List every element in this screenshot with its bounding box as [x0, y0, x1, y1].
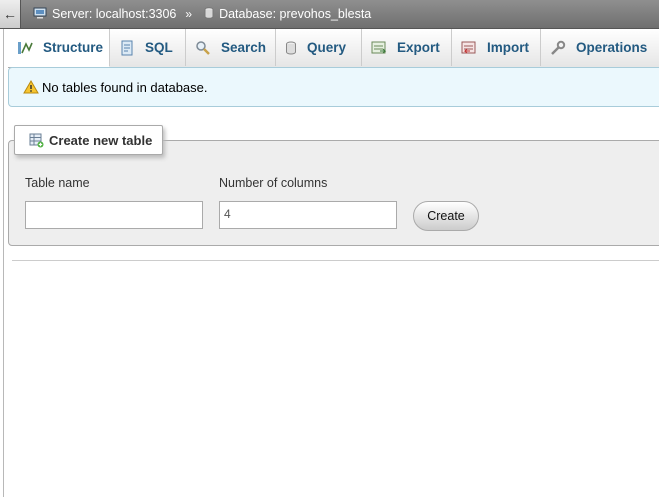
- tab-search[interactable]: Search: [186, 29, 276, 66]
- tab-import[interactable]: Import: [452, 29, 541, 66]
- breadcrumb-database-label: Database: prevohos_blesta: [219, 7, 372, 21]
- tab-search-label: Search: [221, 40, 267, 55]
- tab-structure[interactable]: Structure: [8, 29, 110, 67]
- table-name-input[interactable]: [25, 201, 203, 229]
- create-table-legend-label: Create new table: [49, 132, 153, 148]
- columns-input[interactable]: 4: [219, 201, 397, 229]
- search-icon: [195, 40, 211, 56]
- collapse-nav-button[interactable]: ←: [0, 0, 21, 28]
- tab-structure-label: Structure: [43, 40, 104, 55]
- tab-query[interactable]: Query: [276, 29, 362, 66]
- columns-label: Number of columns: [219, 176, 328, 190]
- no-tables-notice: No tables found in database.: [8, 67, 659, 107]
- create-table-panel: [8, 140, 659, 246]
- breadcrumb-separator: »: [185, 7, 193, 21]
- tab-export-label: Export: [397, 40, 440, 55]
- sql-icon: [119, 40, 135, 56]
- page-left-border: [3, 28, 4, 497]
- breadcrumb-bar: ← Server: localhost:3306 » Database: pre…: [0, 0, 659, 29]
- divider: [12, 260, 659, 261]
- server-icon: [33, 7, 47, 22]
- table-name-label: Table name: [25, 176, 90, 190]
- tab-bar: Structure SQL Search Query Export Import: [8, 29, 659, 68]
- structure-icon: [17, 41, 33, 55]
- tab-sql-label: SQL: [145, 40, 173, 55]
- create-button[interactable]: Create: [413, 201, 479, 231]
- tab-sql[interactable]: SQL: [110, 29, 186, 66]
- create-table-legend: Create new table: [14, 125, 164, 155]
- tab-import-label: Import: [487, 40, 529, 55]
- export-icon: [371, 41, 387, 55]
- query-icon: [285, 41, 297, 55]
- import-icon: [461, 41, 477, 55]
- new-table-icon: [29, 133, 44, 148]
- wrench-icon: [550, 40, 566, 56]
- breadcrumb-database[interactable]: Database: prevohos_blesta: [204, 6, 372, 22]
- tab-export[interactable]: Export: [362, 29, 452, 66]
- tab-operations-label: Operations: [576, 40, 648, 55]
- breadcrumb-server[interactable]: Server: localhost:3306: [33, 7, 176, 22]
- tab-operations[interactable]: Operations: [541, 29, 659, 66]
- warning-icon: [23, 80, 39, 94]
- notice-text: No tables found in database.: [42, 79, 208, 95]
- database-icon: [204, 6, 214, 22]
- tab-query-label: Query: [307, 40, 347, 55]
- breadcrumb-server-label: Server: localhost:3306: [52, 7, 177, 21]
